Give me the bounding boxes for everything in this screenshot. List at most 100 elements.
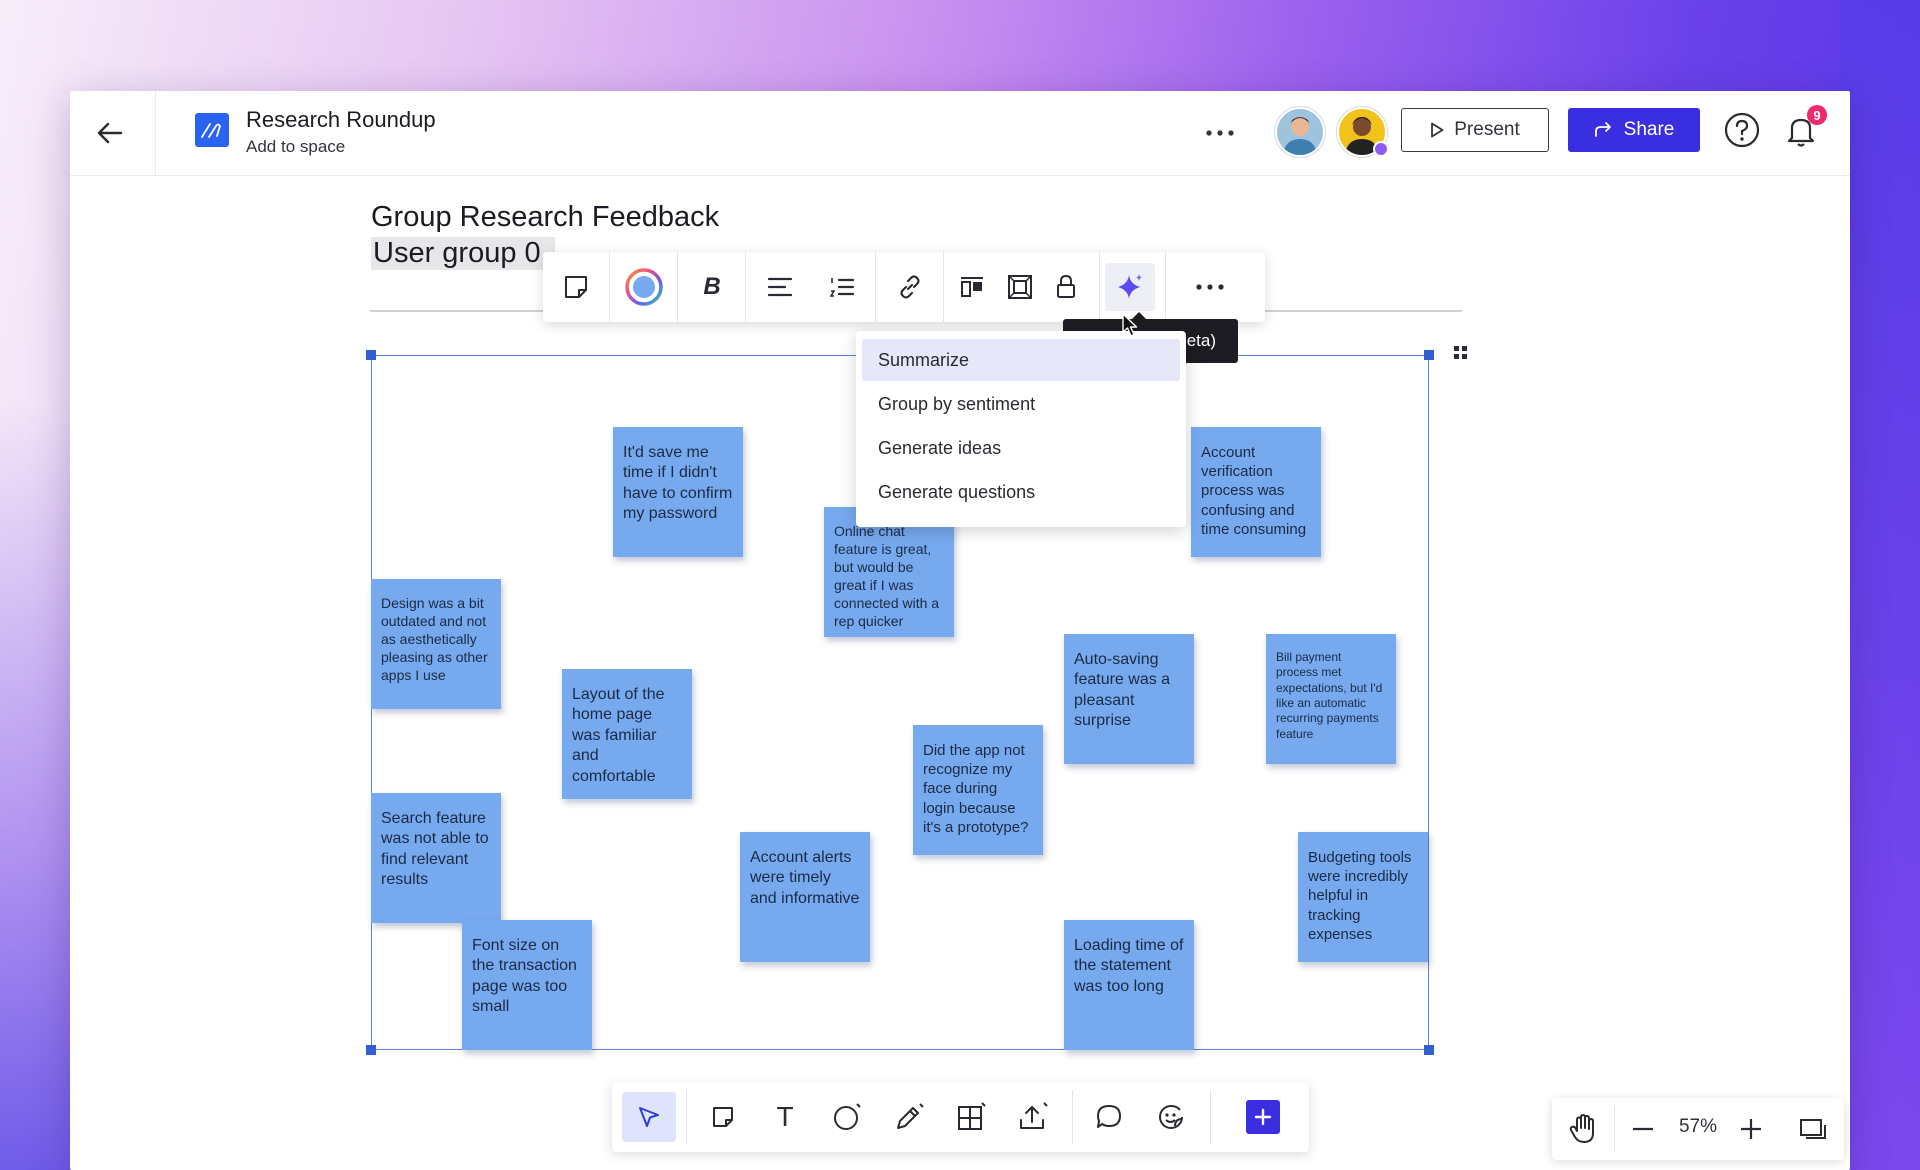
text-tool-button[interactable]: T: [758, 1092, 812, 1142]
menu-item-generate-questions[interactable]: Generate questions: [862, 471, 1180, 513]
minimap-button[interactable]: [1790, 1106, 1836, 1152]
ai-sparkle-icon: [1118, 274, 1142, 299]
creation-toolbar: T: [612, 1082, 1309, 1152]
resize-handle[interactable]: [366, 350, 376, 360]
play-icon: [1431, 122, 1444, 138]
zoom-in-button[interactable]: [1728, 1106, 1774, 1152]
toolbar-divider: [686, 1090, 687, 1144]
toolbar-divider: [677, 252, 678, 322]
help-button[interactable]: [1723, 111, 1761, 149]
arrange-icon: [961, 277, 983, 297]
menu-item-group-by-sentiment[interactable]: Group by sentiment: [862, 383, 1180, 425]
toolbar-divider: [1099, 252, 1100, 322]
sticky-note-tool-button[interactable]: [551, 263, 601, 311]
mouse-cursor-icon: [1122, 313, 1138, 337]
more-horizontal-icon: [1206, 130, 1234, 136]
share-icon: [1594, 122, 1611, 137]
select-tool-button[interactable]: [622, 1092, 676, 1142]
sticky-note-tool-button[interactable]: [696, 1092, 750, 1142]
sticky-note[interactable]: Did the app not recognize my face during…: [913, 725, 1043, 855]
toolbar-divider: [943, 252, 944, 322]
bold-button[interactable]: B: [687, 263, 737, 311]
zoom-out-button[interactable]: [1620, 1106, 1666, 1152]
grid-icon[interactable]: [1452, 344, 1470, 362]
toolbar-divider: [609, 252, 610, 322]
share-label: Share: [1623, 119, 1675, 140]
link-button[interactable]: [885, 263, 935, 311]
toolbar-divider: [1165, 252, 1166, 322]
sticky-note[interactable]: It'd save me time if I didn't have to co…: [613, 427, 743, 557]
select-icon: [639, 1107, 659, 1127]
sticky-note[interactable]: Auto-saving feature was a pleasant surpr…: [1064, 634, 1194, 764]
background-glow-right: [1840, 0, 1920, 1170]
resize-handle[interactable]: [1424, 350, 1434, 360]
pen-tool-button[interactable]: [882, 1092, 936, 1142]
zoom-level[interactable]: 57%: [1670, 1116, 1726, 1138]
sticky-note[interactable]: Search feature was not able to find rele…: [371, 793, 501, 923]
add-button[interactable]: [1246, 1100, 1280, 1134]
sticky-note[interactable]: Design was a bit outdated and not as aes…: [371, 579, 501, 709]
arrow-left-icon: [97, 122, 123, 144]
sticky-note[interactable]: Layout of the home page was familiar and…: [562, 669, 692, 799]
hand-tool-button[interactable]: [1560, 1106, 1606, 1152]
back-button[interactable]: [90, 113, 130, 153]
toolbar-divider: [875, 252, 876, 322]
notification-count-badge: 9: [1807, 105, 1827, 125]
online-status-dot: [1373, 141, 1389, 157]
frame-icon: [1008, 275, 1032, 299]
menu-item-summarize[interactable]: Summarize: [862, 339, 1180, 381]
zoom-divider: [1614, 1106, 1615, 1152]
comment-icon: [1097, 1105, 1121, 1128]
lock-button[interactable]: [1041, 263, 1091, 311]
comment-tool-button[interactable]: [1082, 1092, 1136, 1142]
add-to-space-link[interactable]: Add to space: [246, 137, 345, 157]
minus-icon: [1633, 1127, 1653, 1131]
more-icon: [1196, 284, 1224, 290]
header-divider: [155, 91, 156, 175]
lock-icon: [1057, 274, 1075, 298]
frame-button[interactable]: [995, 263, 1045, 311]
sticker-tool-button[interactable]: [1144, 1092, 1198, 1142]
board-title[interactable]: Group Research Feedback: [371, 201, 719, 234]
shape-icon: [834, 1103, 861, 1130]
ai-assist-button[interactable]: [1105, 263, 1155, 311]
table-tool-button[interactable]: [944, 1092, 998, 1142]
minimap-icon: [1800, 1119, 1826, 1139]
upload-icon: [1020, 1102, 1048, 1129]
align-left-icon: [767, 277, 793, 297]
board-subtitle[interactable]: User group 0: [371, 237, 555, 270]
document-title[interactable]: Research Roundup: [246, 107, 436, 133]
color-button[interactable]: [619, 263, 669, 311]
more-options-button[interactable]: [1200, 117, 1240, 149]
hand-icon: [1569, 1114, 1594, 1143]
menu-item-generate-ideas[interactable]: Generate ideas: [862, 427, 1180, 469]
list-button[interactable]: [817, 263, 867, 311]
shape-tool-button[interactable]: [820, 1092, 874, 1142]
sticky-note[interactable]: Budgeting tools were incredibly helpful …: [1298, 832, 1428, 962]
align-button[interactable]: [755, 263, 805, 311]
resize-handle[interactable]: [1424, 1045, 1434, 1055]
app-header: Research Roundup Add to space Present Sh…: [70, 91, 1850, 176]
sticky-note[interactable]: Account alerts were timely and informati…: [740, 832, 870, 962]
toolbar-divider: [1072, 1090, 1073, 1144]
sticky-note[interactable]: Font size on the transaction page was to…: [462, 920, 592, 1050]
resize-handle[interactable]: [366, 1045, 376, 1055]
collaborator-avatar[interactable]: [1275, 107, 1325, 157]
toolbar-divider: [1210, 1090, 1211, 1144]
zoom-controls: 57%: [1552, 1098, 1844, 1160]
ai-actions-menu: Summarize Group by sentiment Generate id…: [856, 331, 1186, 527]
share-button[interactable]: Share: [1568, 108, 1700, 152]
link-icon: [900, 275, 920, 299]
bold-icon: B: [703, 273, 721, 300]
sticky-note[interactable]: Account verification process was confusi…: [1191, 427, 1321, 557]
pen-icon: [897, 1103, 924, 1129]
toolbar-divider: [745, 252, 746, 322]
sticker-icon: [1159, 1104, 1183, 1129]
format-toolbar: B: [543, 252, 1265, 322]
arrange-button[interactable]: [947, 263, 997, 311]
upload-tool-button[interactable]: [1006, 1092, 1060, 1142]
toolbar-more-button[interactable]: [1185, 263, 1235, 311]
sticky-note[interactable]: Bill payment process met expectations, b…: [1266, 634, 1396, 764]
present-button[interactable]: Present: [1401, 108, 1549, 152]
sticky-note[interactable]: Loading time of the statement was too lo…: [1064, 920, 1194, 1050]
